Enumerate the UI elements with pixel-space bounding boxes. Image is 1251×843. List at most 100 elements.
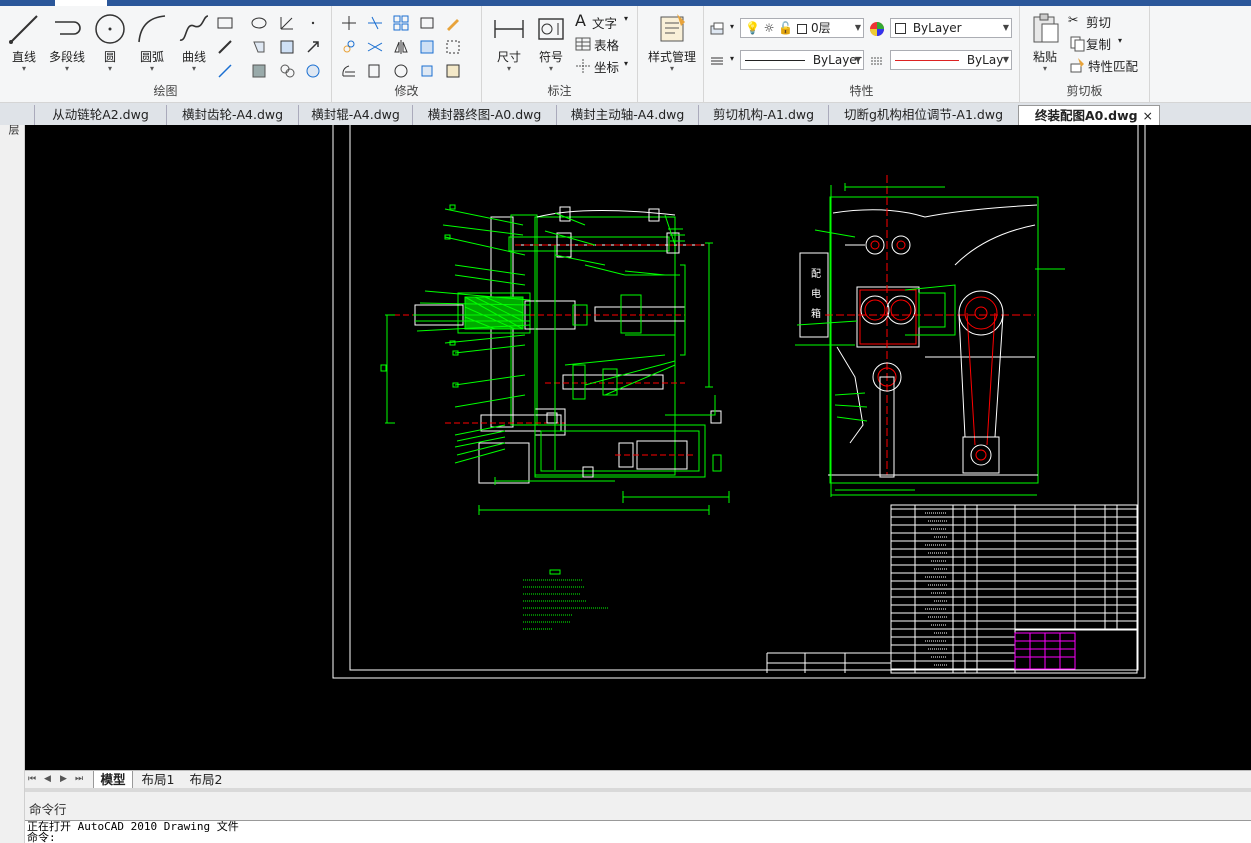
document-tab[interactable]: 横封辊-A4.dwg	[298, 105, 412, 125]
command-history[interactable]: 正在打开 AutoCAD 2010 Drawing 文件 命令:	[25, 820, 1251, 843]
draw-panel: 直线 ▾ 多段线 ▾ 圆 ▾ 圆弧 ▾ 曲线 ▾ 绘图	[0, 6, 332, 103]
linetype-dropdown[interactable]: ByLayer ▼	[740, 50, 864, 70]
explode-icon[interactable]	[418, 62, 436, 80]
left-side-bar: 图层	[0, 103, 25, 843]
stretch-icon[interactable]	[418, 14, 436, 32]
last-tab-button[interactable]: ⏭	[75, 774, 83, 784]
modify-panel: 修改	[332, 6, 482, 103]
chevron-down-icon: ▾	[669, 64, 674, 73]
tab-model-label: 模型	[100, 772, 126, 787]
revcloud-icon[interactable]	[278, 62, 296, 80]
arc-button[interactable]: 圆弧 ▾	[131, 10, 173, 82]
ellipse-icon[interactable]	[250, 14, 268, 32]
drawing-canvas[interactable]: 配 电 箱	[25, 125, 1251, 770]
extend-icon[interactable]	[366, 38, 384, 56]
properties-edit-icon[interactable]	[444, 62, 462, 80]
xline-icon[interactable]	[216, 38, 234, 56]
tab-model[interactable]: 模型	[93, 771, 133, 788]
coordinate-button[interactable]: 坐标	[594, 57, 619, 76]
style-manager-button[interactable]: 样式管理 ▾	[642, 10, 702, 82]
chevron-down-icon[interactable]: ▾	[624, 59, 628, 68]
offset-icon[interactable]	[340, 62, 358, 80]
document-tab[interactable]: 从动链轮A2.dwg	[34, 105, 166, 125]
previous-tab-button[interactable]: ◀	[44, 774, 51, 784]
select-icon[interactable]	[444, 38, 462, 56]
clipboard-panel-label: 剪切板	[1066, 84, 1103, 98]
lineweight-icon[interactable]	[868, 52, 886, 70]
chevron-down-icon[interactable]: ▾	[1118, 36, 1122, 45]
document-tab[interactable]: 横封齿轮-A4.dwg	[166, 105, 298, 125]
chevron-down-icon: ▾	[191, 64, 196, 73]
chevron-down-icon[interactable]: ▾	[730, 54, 734, 63]
gradient-icon[interactable]	[250, 62, 268, 80]
cad-drawing[interactable]: 配 电 箱	[25, 125, 1251, 770]
lock-icon: 🔓	[778, 21, 794, 35]
color-wheel-icon[interactable]	[868, 20, 886, 38]
document-tab[interactable]: 切断g机构相位调节-A1.dwg	[828, 105, 1018, 125]
first-tab-button[interactable]: ⏮	[28, 774, 36, 784]
lineweight-dropdown[interactable]: ByLay ▼	[890, 50, 1012, 70]
line-button[interactable]: 直线 ▾	[3, 10, 45, 82]
document-tab[interactable]: 横封器终图-A0.dwg	[412, 105, 556, 125]
technical-notes-block	[523, 569, 608, 630]
match-properties-icon[interactable]	[1068, 56, 1086, 74]
table-icon[interactable]	[574, 35, 592, 53]
dimension-button[interactable]: 尺寸 ▾	[488, 10, 530, 82]
region-icon[interactable]	[250, 38, 268, 56]
rectangle-icon[interactable]	[216, 14, 234, 32]
layer-dropdown[interactable]: 💡 ☼ 🔓 0层 ▼	[740, 18, 864, 38]
arrow-icon[interactable]	[304, 38, 322, 56]
command-history-line: 命令:	[27, 831, 56, 843]
chevron-down-icon[interactable]: ▾	[624, 14, 628, 23]
layer-state-icon[interactable]	[708, 20, 726, 38]
copy-button[interactable]: 复制	[1086, 34, 1111, 53]
coordinate-icon[interactable]	[574, 57, 592, 75]
paste-label: 粘贴	[1032, 50, 1057, 64]
copy-object-icon[interactable]	[340, 38, 358, 56]
hatch-icon[interactable]	[278, 38, 296, 56]
chevron-down-icon: ▾	[149, 64, 154, 73]
copy-icon[interactable]	[1068, 34, 1086, 52]
table-button[interactable]: 表格	[594, 35, 619, 54]
next-tab-button[interactable]: ▶	[60, 774, 67, 784]
document-tab[interactable]: 横封主动轴-A4.dwg	[556, 105, 698, 125]
ray-icon[interactable]	[216, 62, 234, 80]
polyline-button[interactable]: 多段线 ▾	[45, 10, 89, 82]
move-icon[interactable]	[340, 14, 358, 32]
paste-button[interactable]: 粘贴 ▾	[1024, 10, 1066, 82]
layout-tab-bar: ⏮ ◀ ▶ ⏭ 模型 布局1 布局2	[25, 770, 1251, 788]
chevron-down-icon[interactable]: ▾	[730, 22, 734, 31]
document-tab-label: 横封主动轴-A4.dwg	[570, 107, 685, 122]
close-icon[interactable]: ×	[1143, 106, 1153, 126]
construction-line-icon[interactable]	[278, 14, 296, 32]
color-swatch-icon	[797, 23, 808, 34]
cut-button[interactable]: 剪切	[1086, 12, 1111, 31]
text-icon[interactable]: A	[575, 11, 586, 30]
mirror-icon[interactable]	[392, 38, 410, 56]
scissors-icon[interactable]: ✂	[1068, 12, 1078, 27]
document-tab-active[interactable]: 终装配图A0.dwg ×	[1018, 105, 1160, 125]
trim-icon[interactable]	[366, 14, 384, 32]
polyline-label: 多段线	[48, 50, 85, 64]
tab-layout1[interactable]: 布局1	[135, 771, 181, 788]
curve-button[interactable]: 曲线 ▾	[173, 10, 215, 82]
circle-icon	[95, 14, 125, 44]
color-value: ByLayer	[912, 21, 962, 35]
lineweight-value: ByLay	[966, 53, 1004, 67]
match-properties-button[interactable]: 特性匹配	[1088, 56, 1138, 75]
tab-layout2[interactable]: 布局2	[183, 771, 229, 788]
scale-icon[interactable]	[366, 62, 384, 80]
circle-label: 圆	[103, 50, 116, 64]
rotate-icon[interactable]	[392, 62, 410, 80]
wipeout-icon[interactable]	[304, 62, 322, 80]
text-button[interactable]: 文字	[592, 13, 617, 32]
edit-pencil-icon[interactable]	[444, 14, 462, 32]
list-icon[interactable]	[708, 52, 726, 70]
block-icon[interactable]	[418, 38, 436, 56]
point-icon[interactable]	[304, 14, 322, 32]
color-dropdown[interactable]: ByLayer ▼	[890, 18, 1012, 38]
document-tab[interactable]: 剪切机构-A1.dwg	[698, 105, 828, 125]
array-icon[interactable]	[392, 14, 410, 32]
symbol-button[interactable]: 符号 ▾	[530, 10, 572, 82]
circle-button[interactable]: 圆 ▾	[89, 10, 131, 82]
